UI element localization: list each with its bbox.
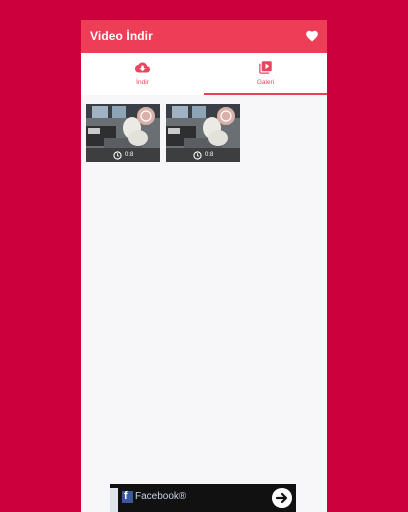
duration-label: 0:8 xyxy=(125,152,134,158)
video-thumbnail[interactable]: 0:8 xyxy=(86,104,160,162)
app-window: Video İndir İndir Galeri 0:8 0:8 f Faceb… xyxy=(81,20,327,512)
clock-icon xyxy=(193,151,202,160)
video-library-icon xyxy=(259,61,272,74)
video-thumbnail[interactable]: 0:8 xyxy=(166,104,240,162)
duration-label: 0:8 xyxy=(205,152,214,158)
facebook-f-glyph: f xyxy=(124,490,128,502)
ad-banner[interactable]: f Facebook® xyxy=(110,484,296,512)
heart-icon[interactable] xyxy=(305,29,319,43)
arrow-right-icon xyxy=(275,492,288,504)
ad-open-button[interactable] xyxy=(272,488,292,508)
tab-indicator xyxy=(204,93,327,95)
cloud-download-icon xyxy=(135,62,150,73)
tab-indir[interactable]: İndir xyxy=(81,53,204,95)
tab-galeri[interactable]: Galeri xyxy=(204,53,327,95)
tab-bar: İndir Galeri xyxy=(81,53,327,95)
ad-choices-icon[interactable] xyxy=(110,488,118,512)
duration-overlay: 0:8 xyxy=(166,149,240,162)
duration-overlay: 0:8 xyxy=(86,149,160,162)
tab-indir-label: İndir xyxy=(136,79,149,86)
app-bar: Video İndir xyxy=(81,20,327,53)
tab-galeri-label: Galeri xyxy=(256,79,275,86)
app-title: Video İndir xyxy=(90,29,153,43)
ad-text: Facebook® xyxy=(135,491,187,502)
clock-icon xyxy=(113,151,122,160)
